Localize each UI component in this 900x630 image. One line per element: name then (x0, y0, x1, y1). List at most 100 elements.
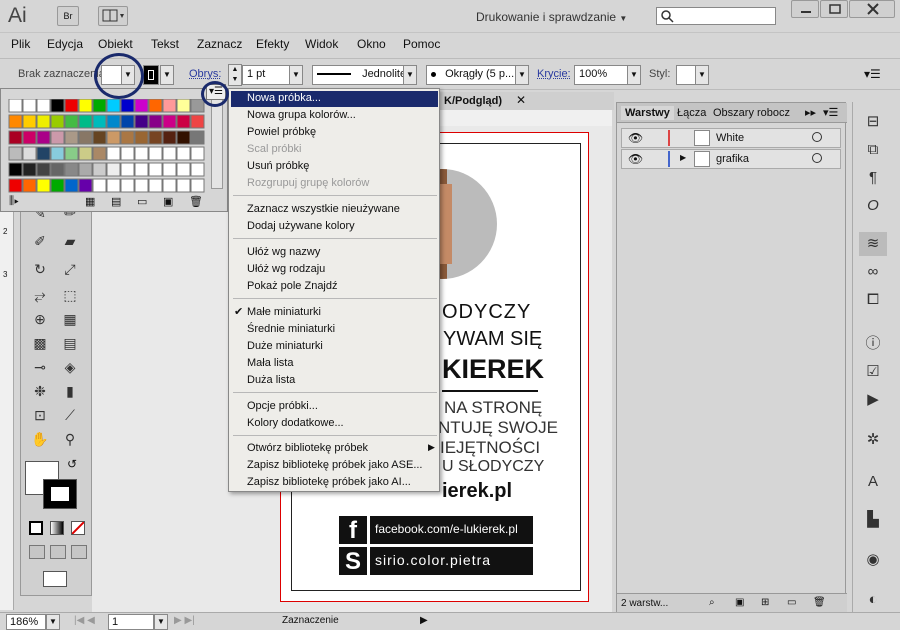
transparency-icon[interactable]: ◐ (859, 588, 887, 612)
swatch-cell[interactable] (134, 162, 149, 177)
menu-item-add-used-colors[interactable]: Dodaj używane kolory (247, 220, 355, 232)
swatch-cell[interactable] (148, 178, 163, 193)
blob-brush-tool-icon[interactable]: ✐ (29, 231, 51, 251)
swatch-cell[interactable] (120, 130, 135, 145)
rotate-tool-icon[interactable]: ↻ (29, 259, 51, 279)
menu-plik[interactable]: Plik (11, 37, 30, 51)
swatch-cell[interactable] (176, 162, 191, 177)
swatch-cell[interactable] (8, 130, 23, 145)
menu-item-duplicate-swatch[interactable]: Powiel próbkę (247, 126, 316, 138)
swatch-cell[interactable] (92, 178, 107, 193)
arrange-documents-button[interactable] (98, 6, 128, 26)
swatch-cell[interactable] (162, 99, 177, 113)
document-tab[interactable]: K/Podgląd) ✕ (440, 92, 614, 110)
swatch-cell[interactable] (134, 99, 149, 113)
panel-expand-icon[interactable]: ▸▸ (805, 106, 816, 119)
symbol-sprayer-tool-icon[interactable]: ❉ (29, 381, 51, 401)
swatch-cell[interactable] (134, 178, 149, 193)
swatch-cell[interactable] (50, 99, 65, 113)
eyedropper-tool-icon[interactable]: ⊸ (29, 357, 51, 377)
swatch-cell[interactable] (120, 99, 135, 113)
menu-item-sort-by-kind[interactable]: Ułóż wg rodzaju (247, 263, 325, 275)
swatch-cell[interactable] (50, 162, 65, 177)
menu-pomoc[interactable]: Pomoc (403, 37, 440, 51)
swatch-cell[interactable] (92, 99, 107, 113)
swatch-cell[interactable] (78, 99, 93, 113)
swatch-cell[interactable] (120, 146, 135, 161)
show-kinds-icon[interactable]: ▦ (85, 195, 95, 208)
brush-dropdown[interactable]: ▼ (515, 65, 529, 85)
swatch-cell[interactable] (148, 162, 163, 177)
tab-layers[interactable]: Warstwy (621, 106, 674, 120)
opacity-panel-link[interactable]: Krycie: (537, 68, 571, 80)
menu-item-large-list[interactable]: Duża lista (247, 374, 295, 386)
panel-menu-icon[interactable]: ▾☰ (823, 106, 838, 119)
links-icon[interactable]: ∞ (859, 260, 887, 284)
swatch-cell[interactable] (176, 130, 191, 145)
menu-item-show-find-field[interactable]: Pokaż pole Znajdź (247, 280, 338, 292)
character-icon[interactable]: A (859, 470, 887, 494)
graphic-style-dropdown[interactable]: ▼ (695, 65, 709, 85)
menu-item-small-thumbnails[interactable]: Małe miniaturki (247, 306, 321, 318)
menu-efekty[interactable]: Efekty (256, 37, 289, 51)
swatch-cell[interactable] (106, 99, 121, 113)
swatch-cell[interactable] (148, 146, 163, 161)
menu-item-new-color-group[interactable]: Nowa grupa kolorów... (247, 109, 356, 121)
mesh-tool-icon[interactable]: ▩ (29, 333, 51, 353)
swatch-cell[interactable] (8, 114, 23, 129)
menu-edycja[interactable]: Edycja (47, 37, 83, 51)
draw-behind-icon[interactable] (50, 545, 66, 559)
tab-artboards[interactable]: Obszary robocz (713, 107, 790, 119)
swatch-cell[interactable] (50, 178, 65, 193)
opacity-field[interactable]: 100% (574, 65, 628, 85)
draw-inside-icon[interactable] (71, 545, 87, 559)
swatch-cell[interactable] (8, 99, 23, 113)
swatch-cell[interactable] (36, 114, 51, 129)
menu-item-large-thumbnails[interactable]: Duże miniaturki (247, 340, 323, 352)
swatch-cell[interactable] (50, 114, 65, 129)
stroke-swatch-button[interactable] (143, 65, 159, 85)
swatch-cell[interactable] (134, 146, 149, 161)
swatch-cell[interactable] (106, 162, 121, 177)
swatch-grid[interactable] (5, 99, 215, 195)
eraser-tool-icon[interactable]: ▰ (59, 231, 81, 251)
swatch-cell[interactable] (134, 114, 149, 129)
swatch-cell[interactable] (36, 99, 51, 113)
stroke-weight-stepper[interactable]: ▲ ▼ (228, 64, 242, 86)
swatch-cell[interactable] (36, 146, 51, 161)
swatch-cell[interactable] (22, 114, 37, 129)
swatch-cell[interactable] (50, 146, 65, 161)
swatch-cell[interactable] (92, 146, 107, 161)
none-mode-icon[interactable] (71, 521, 85, 535)
tab-links[interactable]: Łącza (677, 107, 706, 119)
swatch-cell[interactable] (162, 130, 177, 145)
swatch-cell[interactable] (36, 178, 51, 193)
swatch-library-menu-icon[interactable]: ⫼▸ (9, 195, 19, 208)
attributes-icon[interactable]: ☑ (859, 360, 887, 384)
artboard-number-field[interactable]: 1 (108, 614, 154, 630)
perspective-grid-tool-icon[interactable]: ▦ (59, 309, 81, 329)
swatches-scrollbar[interactable] (211, 99, 223, 189)
swatch-cell[interactable] (148, 130, 163, 145)
stroke-panel-link[interactable]: Obrys: (189, 68, 221, 80)
swatch-cell[interactable] (162, 178, 177, 193)
swatch-cell[interactable] (64, 178, 79, 193)
graphic-style-swatch[interactable] (676, 65, 696, 85)
stroke-style-field[interactable]: Jednolite (312, 65, 404, 85)
navigator-icon[interactable]: ✲ (859, 428, 887, 452)
menu-item-small-list[interactable]: Mała lista (247, 357, 293, 369)
zoom-tool-icon[interactable]: ⚲ (59, 429, 81, 449)
eye-icon[interactable]: 👁 (628, 131, 643, 145)
maximize-button[interactable] (820, 0, 848, 18)
scale-tool-icon[interactable]: ⤢ (59, 259, 81, 279)
new-layer-icon[interactable]: ▭ (787, 597, 796, 608)
next-artboard-icon[interactable]: ▶ ▶| (174, 615, 195, 626)
status-menu-icon[interactable]: ▶ (420, 615, 428, 626)
stroke-weight-dropdown[interactable]: ▼ (289, 65, 303, 85)
swap-colors-icon[interactable]: ↺ (67, 457, 77, 471)
layers-icon[interactable]: ≋ (859, 232, 887, 256)
swatch-cell[interactable] (190, 178, 205, 193)
menu-okno[interactable]: Okno (357, 37, 386, 51)
swatch-cell[interactable] (22, 162, 37, 177)
swatch-cell[interactable] (162, 114, 177, 129)
